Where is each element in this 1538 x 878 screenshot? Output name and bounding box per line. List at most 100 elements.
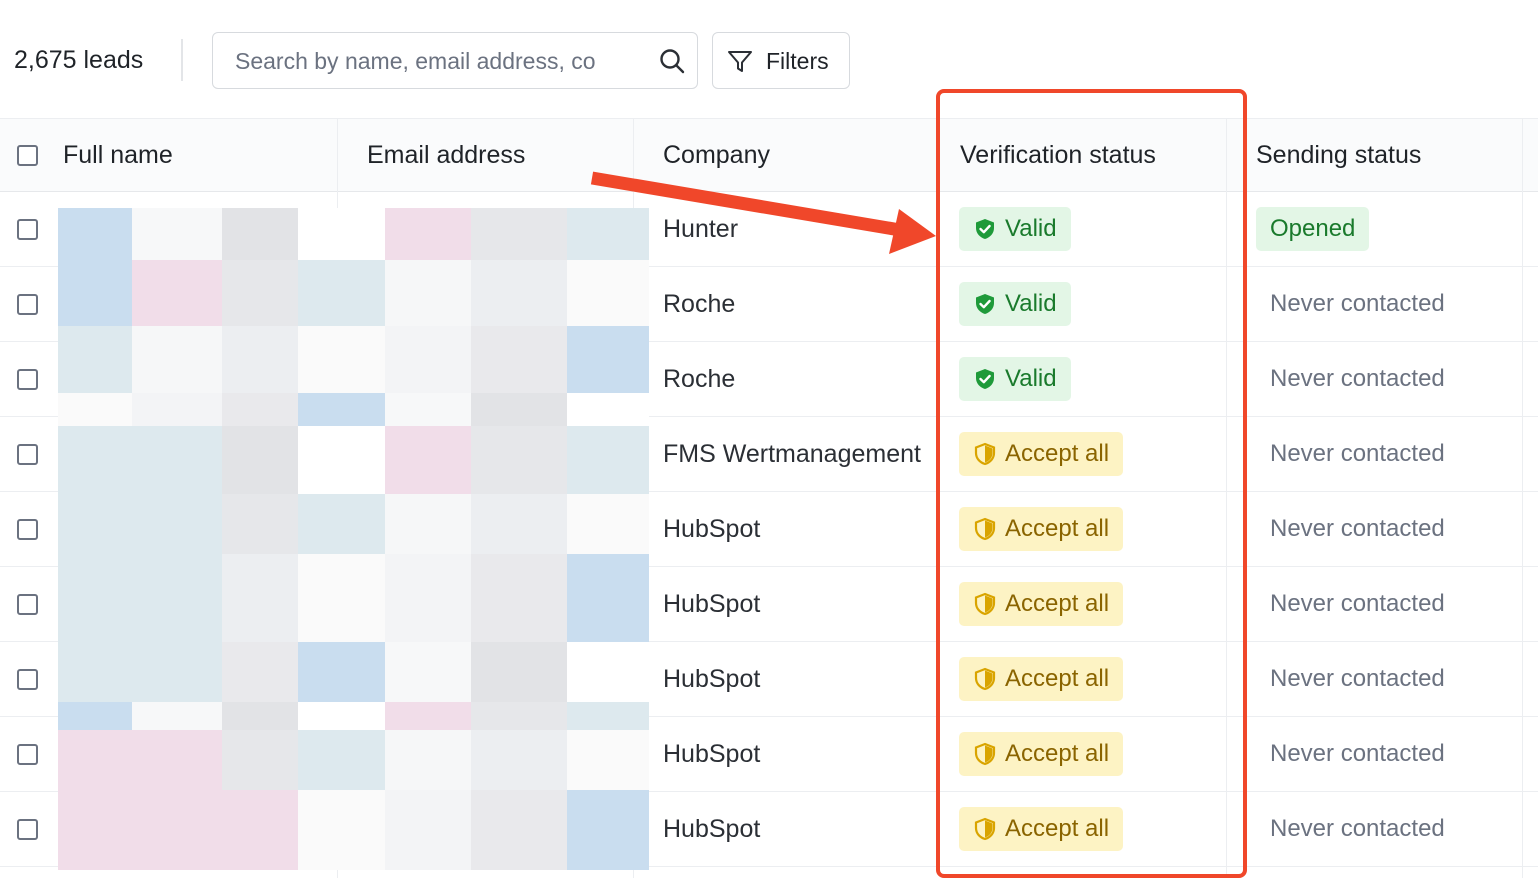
company-cell: Hunter	[663, 215, 739, 243]
row-checkbox[interactable]	[17, 744, 38, 765]
redaction-block	[58, 208, 132, 260]
redaction-block	[471, 730, 567, 790]
redaction-block	[471, 393, 567, 426]
column-header-sending-status[interactable]: Sending status	[1256, 119, 1421, 191]
redaction-block	[567, 730, 649, 790]
company-cell: Roche	[663, 290, 736, 318]
company-cell: HubSpot	[663, 665, 761, 693]
redaction-block	[58, 730, 132, 790]
redaction-block	[58, 494, 132, 554]
column-header-full-name[interactable]: Full name	[63, 119, 173, 191]
redaction-block	[385, 426, 471, 494]
redaction-block	[385, 642, 471, 702]
redaction-block	[471, 642, 567, 702]
redaction-block	[222, 642, 298, 702]
company-cell: HubSpot	[663, 740, 761, 768]
row-checkbox[interactable]	[17, 294, 38, 315]
redaction-block	[567, 494, 649, 554]
verification-badge-accept: Accept all	[959, 732, 1124, 776]
shield-half-icon	[974, 817, 996, 841]
redaction-block	[471, 426, 567, 494]
redaction-block	[298, 554, 385, 642]
redaction-block	[567, 790, 649, 870]
redaction-block	[385, 790, 471, 870]
redaction-block	[385, 260, 471, 326]
filter-icon	[728, 51, 752, 72]
redaction-block	[567, 426, 649, 494]
filters-button[interactable]: Filters	[712, 32, 850, 89]
table-header: Full name Email address Company Verifica…	[0, 118, 1538, 192]
redaction-block	[471, 208, 567, 260]
select-all-checkbox[interactable]	[17, 145, 38, 166]
redaction-block	[132, 326, 222, 393]
redaction-block	[222, 426, 298, 494]
row-checkbox[interactable]	[17, 594, 38, 615]
shield-half-icon	[974, 667, 996, 691]
sending-status-text: Never contacted	[1270, 290, 1445, 317]
toolbar: 2,675 leads Filters	[0, 0, 1538, 118]
redaction-block	[385, 730, 471, 790]
redaction-block	[567, 208, 649, 260]
company-cell: Roche	[663, 365, 736, 393]
row-checkbox[interactable]	[17, 219, 38, 240]
sending-status-text: Never contacted	[1270, 515, 1445, 542]
redaction-block	[385, 208, 471, 260]
redaction-block	[132, 554, 222, 642]
redaction-block	[132, 494, 222, 554]
redaction-block	[222, 790, 298, 870]
company-cell: HubSpot	[663, 515, 761, 543]
redaction-block	[222, 702, 298, 730]
redaction-block	[222, 494, 298, 554]
redaction-block	[471, 790, 567, 870]
verification-label: Accept all	[1005, 590, 1110, 617]
redaction-block	[471, 554, 567, 642]
redaction-block	[222, 730, 298, 790]
sending-status-text: Never contacted	[1270, 815, 1445, 842]
redaction-block	[385, 494, 471, 554]
verification-badge-valid: Valid	[959, 207, 1071, 251]
redaction-block	[298, 208, 385, 260]
row-checkbox[interactable]	[17, 669, 38, 690]
redaction-block	[567, 642, 649, 702]
search-box[interactable]	[212, 32, 698, 89]
search-icon[interactable]	[657, 46, 687, 76]
verification-label: Valid	[1005, 215, 1057, 242]
shield-half-icon	[974, 442, 996, 466]
redaction-block	[132, 208, 222, 260]
shield-check-icon	[976, 369, 994, 389]
sending-status-text: Never contacted	[1270, 440, 1445, 467]
redaction-block	[58, 790, 132, 870]
sending-status-text: Never contacted	[1270, 740, 1445, 767]
shield-check-icon	[976, 294, 994, 314]
verification-label: Accept all	[1005, 440, 1110, 467]
redaction-block	[298, 494, 385, 554]
row-checkbox[interactable]	[17, 819, 38, 840]
redaction-block	[58, 393, 132, 426]
redaction-block	[298, 702, 385, 730]
redaction-block	[222, 393, 298, 426]
redaction-block	[567, 554, 649, 642]
redaction-block	[298, 260, 385, 326]
redaction-block	[58, 426, 132, 494]
row-checkbox[interactable]	[17, 369, 38, 390]
column-header-email[interactable]: Email address	[367, 119, 525, 191]
row-checkbox[interactable]	[17, 519, 38, 540]
row-checkbox[interactable]	[17, 444, 38, 465]
redacted-name-email-mosaic	[58, 208, 649, 870]
redaction-block	[58, 702, 132, 730]
verification-label: Accept all	[1005, 740, 1110, 767]
shield-half-icon	[974, 742, 996, 766]
column-header-verification-status[interactable]: Verification status	[960, 119, 1156, 191]
shield-check-icon	[976, 219, 994, 239]
verification-badge-accept: Accept all	[959, 507, 1124, 551]
column-header-company[interactable]: Company	[663, 119, 770, 191]
redaction-block	[471, 702, 567, 730]
verification-label: Valid	[1005, 365, 1057, 392]
redaction-block	[132, 426, 222, 494]
company-cell: HubSpot	[663, 590, 761, 618]
search-input[interactable]	[235, 45, 635, 77]
redaction-block	[567, 260, 649, 326]
redaction-block	[471, 260, 567, 326]
redaction-block	[222, 326, 298, 393]
redaction-block	[567, 326, 649, 393]
